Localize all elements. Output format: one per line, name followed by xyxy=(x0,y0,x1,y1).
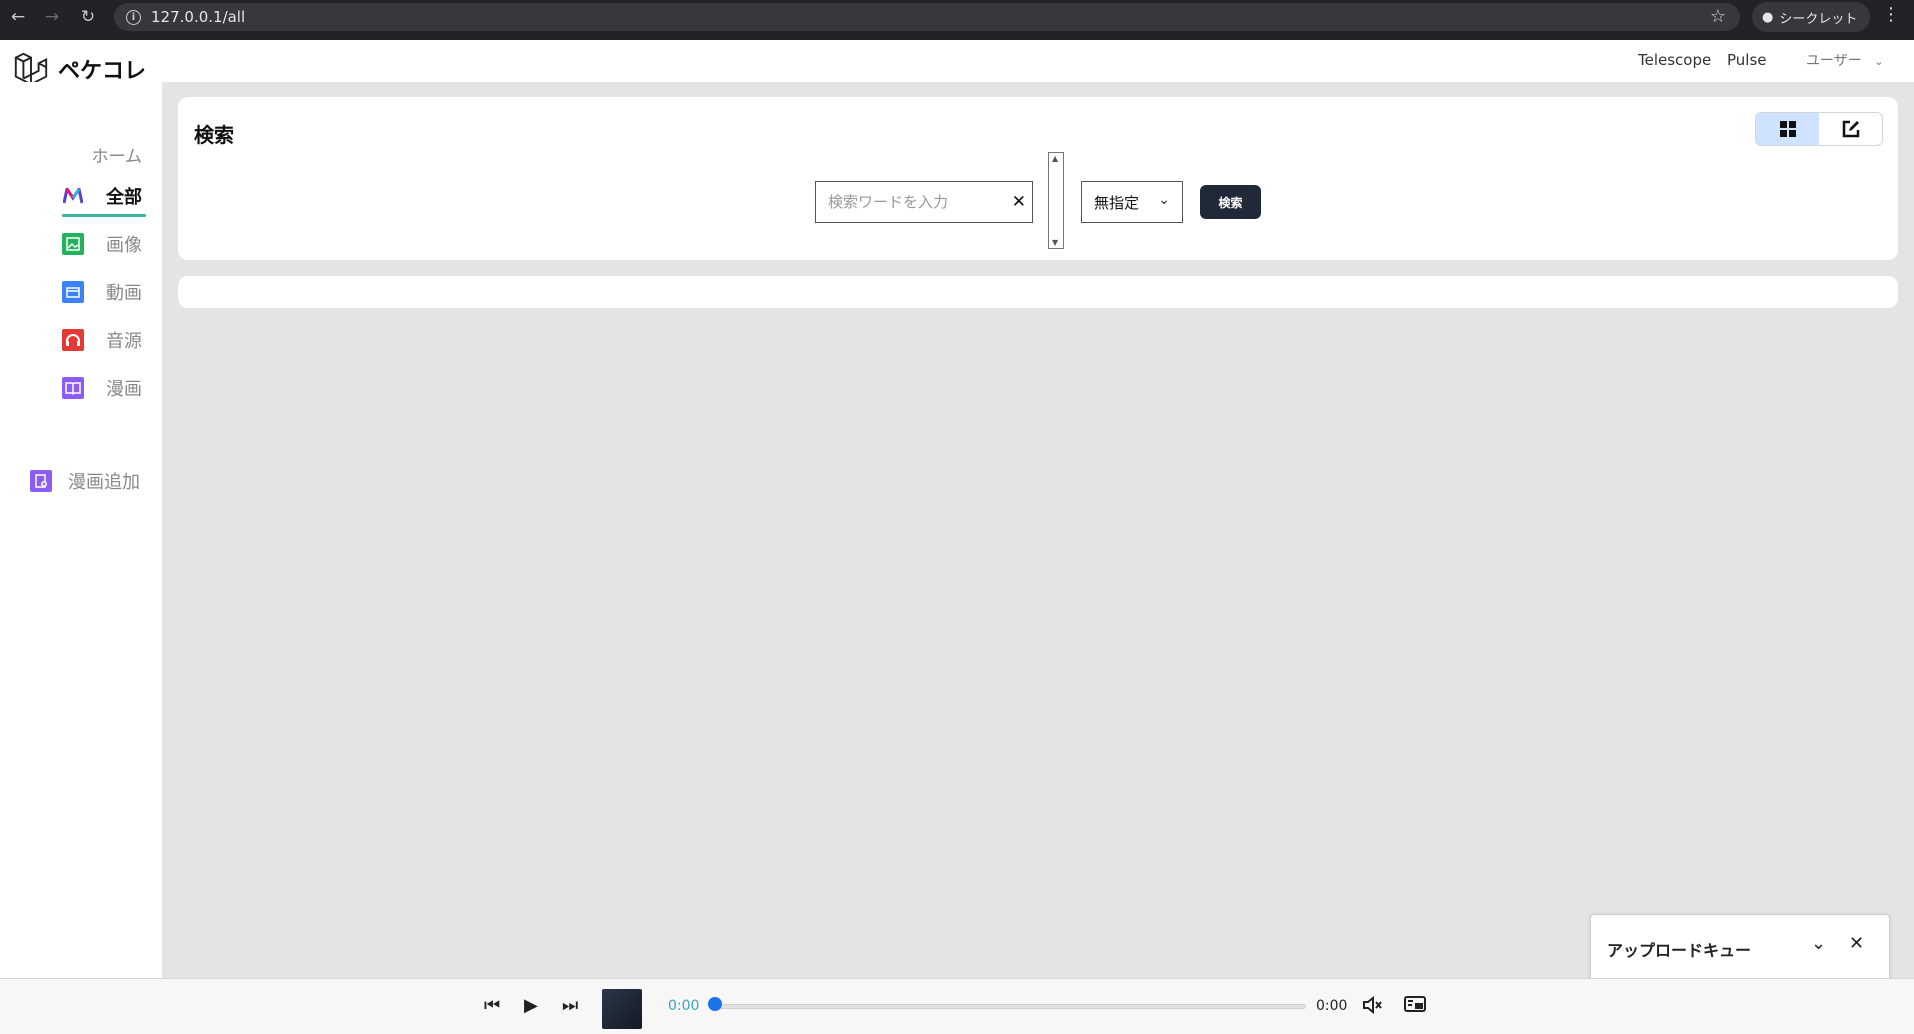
grid-view-button[interactable] xyxy=(1756,113,1819,145)
sidebar: ホーム 全部 画像 動画 音源 漫画 漫画追加 xyxy=(0,82,162,978)
sidebar-item-label: 全部 xyxy=(106,187,142,208)
upload-queue-panel: アップロードキュー ⌄ ✕ xyxy=(1590,914,1890,980)
incognito-icon: ● xyxy=(1762,9,1774,25)
address-bar[interactable]: i 127.0.0.1/all ☆ xyxy=(114,3,1740,31)
edit-view-button[interactable] xyxy=(1819,113,1882,145)
clear-icon[interactable]: ✕ xyxy=(1012,192,1026,212)
app-header: ペケコレ Telescope Pulse ユーザー ⌄ xyxy=(0,40,1914,86)
stepper-up-icon[interactable]: ▲ xyxy=(1052,154,1058,163)
sidebar-item-label: 画像 xyxy=(106,235,142,256)
sidebar-item-manga[interactable]: 漫画 xyxy=(62,371,152,405)
pulse-link[interactable]: Pulse xyxy=(1727,51,1767,69)
play-icon[interactable]: ▶ xyxy=(524,995,538,1016)
search-field: ✕ xyxy=(815,181,1033,223)
incognito-label: シークレット xyxy=(1779,11,1858,27)
close-icon[interactable]: ✕ xyxy=(1849,933,1864,954)
sidebar-home-link[interactable]: ホーム xyxy=(92,142,143,167)
page-title: 検索 xyxy=(194,123,234,147)
browser-toolbar: ← → ↻ i 127.0.0.1/all ☆ ● シークレット ⋮ xyxy=(0,0,1914,40)
search-input[interactable] xyxy=(828,193,998,211)
next-track-icon[interactable]: ⏭ xyxy=(562,995,578,1016)
brand-title[interactable]: ペケコレ xyxy=(58,53,146,85)
category-select[interactable]: 無指定 ⌄ xyxy=(1081,181,1183,223)
add-book-icon xyxy=(30,470,52,492)
chevron-down-icon: ⌄ xyxy=(1158,192,1170,208)
track-thumbnail xyxy=(602,989,642,1029)
chevron-down-icon: ⌄ xyxy=(1874,55,1884,68)
results-panel xyxy=(178,276,1898,308)
incognito-badge[interactable]: ● シークレット xyxy=(1752,2,1870,32)
user-menu-label: ユーザー xyxy=(1806,53,1862,69)
sidebar-item-video[interactable]: 動画 xyxy=(62,275,152,309)
stepper-down-icon[interactable]: ▼ xyxy=(1052,238,1058,247)
view-toggle xyxy=(1755,112,1883,146)
image-icon xyxy=(62,233,84,255)
collapse-chevron-icon[interactable]: ⌄ xyxy=(1811,933,1826,954)
headphones-icon xyxy=(62,329,84,351)
sidebar-item-label: 動画 xyxy=(106,283,142,304)
sidebar-item-label: 漫画 xyxy=(106,379,142,400)
number-stepper[interactable]: ▲ ▼ xyxy=(1048,152,1064,249)
sidebar-add-manga-label: 漫画追加 xyxy=(68,472,140,493)
sidebar-item-audio[interactable]: 音源 xyxy=(62,323,152,357)
category-select-value: 無指定 xyxy=(1094,193,1140,212)
volume-icon[interactable] xyxy=(1362,995,1384,1020)
previous-track-icon[interactable]: ⏮ xyxy=(484,995,500,1016)
user-menu[interactable]: ユーザー ⌄ xyxy=(1806,50,1883,70)
book-icon xyxy=(62,377,84,399)
current-time: 0:00 xyxy=(668,998,700,1014)
sidebar-item-image[interactable]: 画像 xyxy=(62,227,152,261)
url-text: 127.0.0.1/all xyxy=(151,8,246,26)
site-info-icon[interactable]: i xyxy=(126,9,141,25)
forward-icon[interactable]: → xyxy=(34,0,70,34)
sidebar-add-manga[interactable]: 漫画追加 xyxy=(30,464,150,498)
playlist-icon[interactable] xyxy=(1404,995,1426,1018)
all-icon xyxy=(62,185,84,207)
search-button[interactable]: 検索 xyxy=(1200,185,1261,219)
reload-icon[interactable]: ↻ xyxy=(70,0,106,34)
sidebar-item-all[interactable]: 全部 xyxy=(62,179,152,217)
total-time: 0:00 xyxy=(1316,998,1348,1014)
back-icon[interactable]: ← xyxy=(0,0,36,34)
upload-queue-title: アップロードキュー xyxy=(1607,941,1752,960)
telescope-link[interactable]: Telescope xyxy=(1638,51,1711,69)
sidebar-item-label: 音源 xyxy=(106,331,142,352)
search-card: 検索 ✕ ▲ ▼ 無指定 ⌄ 検索 xyxy=(178,97,1898,260)
edit-icon xyxy=(1842,120,1859,138)
video-icon xyxy=(62,281,84,303)
seek-handle[interactable] xyxy=(708,997,722,1011)
seek-bar[interactable] xyxy=(716,1004,1306,1009)
grid-icon xyxy=(1779,121,1796,137)
browser-menu-icon[interactable]: ⋮ xyxy=(1882,4,1900,25)
media-player: ⏮ ▶ ⏭ 0:00 0:00 xyxy=(0,978,1914,1034)
bookmark-star-icon[interactable]: ☆ xyxy=(1710,6,1726,27)
